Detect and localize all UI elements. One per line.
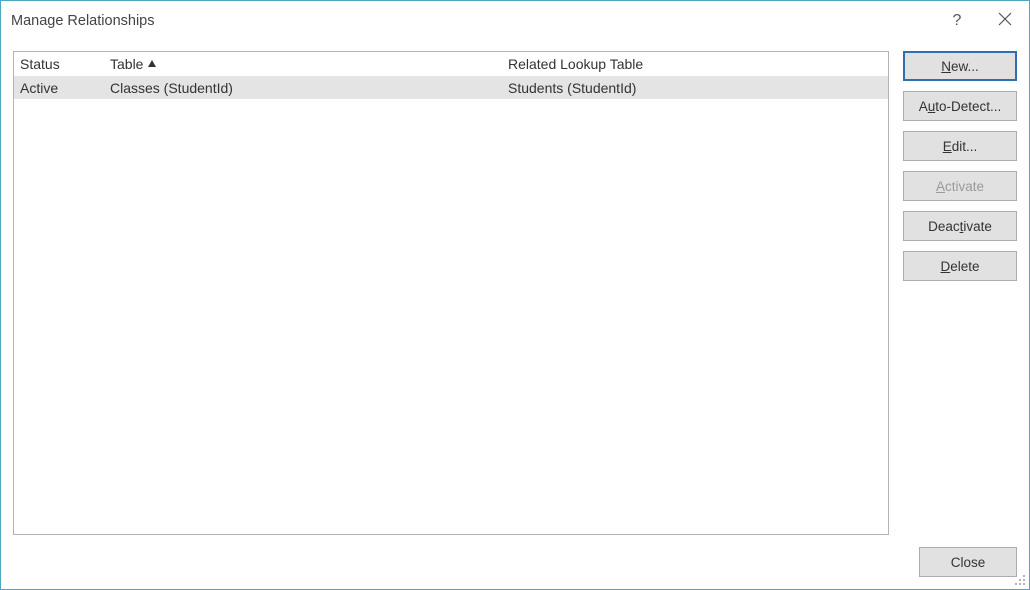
- cell-table: Classes (StudentId): [104, 77, 502, 99]
- column-label: Related Lookup Table: [508, 56, 643, 72]
- cell-status: Active: [14, 77, 104, 99]
- dialog-title: Manage Relationships: [11, 13, 154, 29]
- sort-asc-icon: [147, 56, 157, 72]
- dialog-content: Status Table Related Lookup Table Active…: [1, 41, 1029, 547]
- auto-detect-button[interactable]: Auto-Detect...: [903, 91, 1017, 121]
- close-button[interactable]: Close: [919, 547, 1017, 577]
- column-label: Table: [110, 56, 143, 72]
- close-icon: [998, 12, 1012, 31]
- column-header-status[interactable]: Status: [14, 52, 104, 76]
- side-buttons: New... Auto-Detect... Edit... Activate D…: [903, 51, 1017, 535]
- close-window-button[interactable]: [981, 4, 1029, 38]
- deactivate-button[interactable]: Deactivate: [903, 211, 1017, 241]
- relationships-list[interactable]: Status Table Related Lookup Table Active…: [13, 51, 889, 535]
- new-button[interactable]: New...: [903, 51, 1017, 81]
- titlebar: Manage Relationships ?: [1, 1, 1029, 41]
- list-rows: Active Classes (StudentId) Students (Stu…: [14, 77, 888, 534]
- column-header-table[interactable]: Table: [104, 52, 502, 76]
- column-header-related[interactable]: Related Lookup Table: [502, 52, 888, 76]
- activate-button[interactable]: Activate: [903, 171, 1017, 201]
- manage-relationships-dialog: Manage Relationships ? Status Table: [0, 0, 1030, 590]
- dialog-footer: Close: [1, 547, 1029, 589]
- help-button[interactable]: ?: [933, 4, 981, 38]
- edit-button[interactable]: Edit...: [903, 131, 1017, 161]
- list-row[interactable]: Active Classes (StudentId) Students (Stu…: [14, 77, 888, 99]
- cell-related: Students (StudentId): [502, 77, 888, 99]
- column-label: Status: [20, 56, 60, 72]
- list-header: Status Table Related Lookup Table: [14, 52, 888, 77]
- delete-button[interactable]: Delete: [903, 251, 1017, 281]
